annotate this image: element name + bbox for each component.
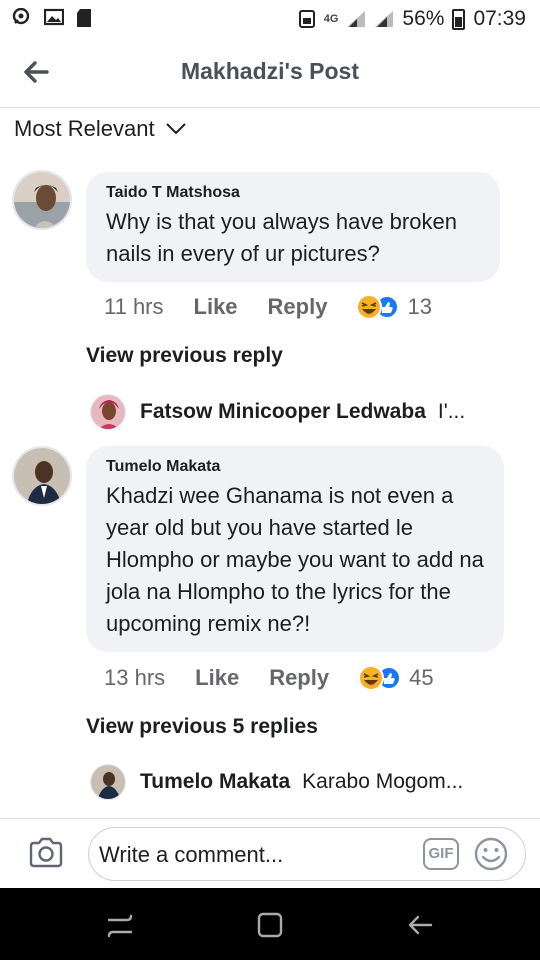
clock-time: 07:39 — [473, 7, 526, 30]
comment-text: Why is that you always have broken nails… — [106, 209, 457, 266]
reaction-count: 13 — [407, 294, 432, 319]
back-arrow-icon — [408, 915, 433, 935]
comment-input[interactable]: Write a comment... GIF — [88, 827, 526, 881]
chevron-down-icon — [165, 123, 186, 135]
sort-label: Most Relevant — [14, 116, 155, 141]
reaction-count: 45 — [409, 665, 434, 690]
comment-composer: Write a comment... GIF — [0, 818, 540, 888]
reply-author: Tumelo Makata — [140, 770, 291, 793]
comment-bubble[interactable]: Taido T Matshosa Why is that you always … — [86, 172, 500, 282]
signal-icon-1 — [346, 10, 366, 28]
avatar[interactable] — [12, 170, 72, 230]
emoji-button[interactable] — [473, 836, 509, 872]
comment-author[interactable]: Taido T Matshosa — [106, 184, 480, 202]
signal-icon-2 — [374, 10, 394, 28]
haha-reaction-icon — [356, 294, 383, 320]
post-header: Makhadzi's Post — [0, 38, 540, 108]
system-back-button[interactable] — [405, 910, 435, 940]
reply-button[interactable]: Reply — [269, 665, 329, 691]
avatar — [90, 394, 126, 430]
reactions-summary[interactable]: 13 — [355, 294, 432, 320]
reactions-summary[interactable]: 45 — [357, 665, 434, 691]
comment-actions: 11 hrs Like Reply 13 — [104, 294, 432, 320]
status-left-icons — [12, 7, 96, 27]
reply-preview[interactable]: Tumelo Makata Karabo Mogom... — [90, 764, 510, 800]
avatar — [90, 764, 126, 800]
comment-placeholder: Write a comment... — [99, 842, 284, 867]
comment-author[interactable]: Tumelo Makata — [106, 458, 484, 476]
comment-time: 13 hrs — [104, 665, 166, 690]
battery-icon — [452, 8, 466, 30]
reply-author: Fatsow Minicooper Ledwaba — [140, 400, 426, 423]
view-previous-replies[interactable]: View previous reply — [86, 344, 283, 368]
sim-icon — [298, 10, 315, 28]
haha-reaction-icon — [358, 665, 385, 691]
view-previous-replies[interactable]: View previous 5 replies — [86, 715, 318, 739]
comment-time: 11 hrs — [104, 294, 164, 319]
network-type: 4G — [323, 13, 339, 25]
camera-icon — [29, 837, 63, 868]
reply-button[interactable]: Reply — [268, 294, 328, 320]
smiley-icon — [474, 837, 508, 871]
home-icon — [257, 912, 283, 938]
home-button[interactable] — [255, 910, 285, 940]
sd-card-icon — [76, 8, 96, 27]
reply-text: I'... — [437, 400, 466, 423]
comment-bubble[interactable]: Tumelo Makata Khadzi wee Ghanama is not … — [86, 446, 504, 652]
like-button[interactable]: Like — [195, 665, 239, 691]
avatar[interactable] — [12, 446, 72, 506]
recents-icon — [107, 914, 133, 938]
system-nav-bar — [0, 888, 540, 960]
comment-text: Khadzi wee Ghanama is not even a year ol… — [106, 483, 484, 636]
reply-text: Karabo Mogom... — [302, 770, 464, 793]
page-title: Makhadzi's Post — [180, 58, 359, 84]
status-right: 4G 56% 07:39 — [298, 7, 526, 31]
image-icon — [43, 8, 65, 26]
battery-percent: 56% — [402, 7, 445, 30]
comment-actions: 13 hrs Like Reply 45 — [104, 665, 434, 691]
status-bar: 4G 56% 07:39 — [0, 0, 540, 38]
gif-button[interactable]: GIF — [423, 838, 459, 870]
sort-dropdown[interactable]: Most Relevant — [14, 116, 187, 142]
chat-bubble-icon — [12, 7, 32, 26]
camera-button[interactable] — [28, 837, 64, 869]
like-button[interactable]: Like — [194, 294, 238, 320]
reply-preview[interactable]: Fatsow Minicooper Ledwaba I'... — [90, 394, 510, 430]
recent-apps-button[interactable] — [105, 910, 135, 940]
